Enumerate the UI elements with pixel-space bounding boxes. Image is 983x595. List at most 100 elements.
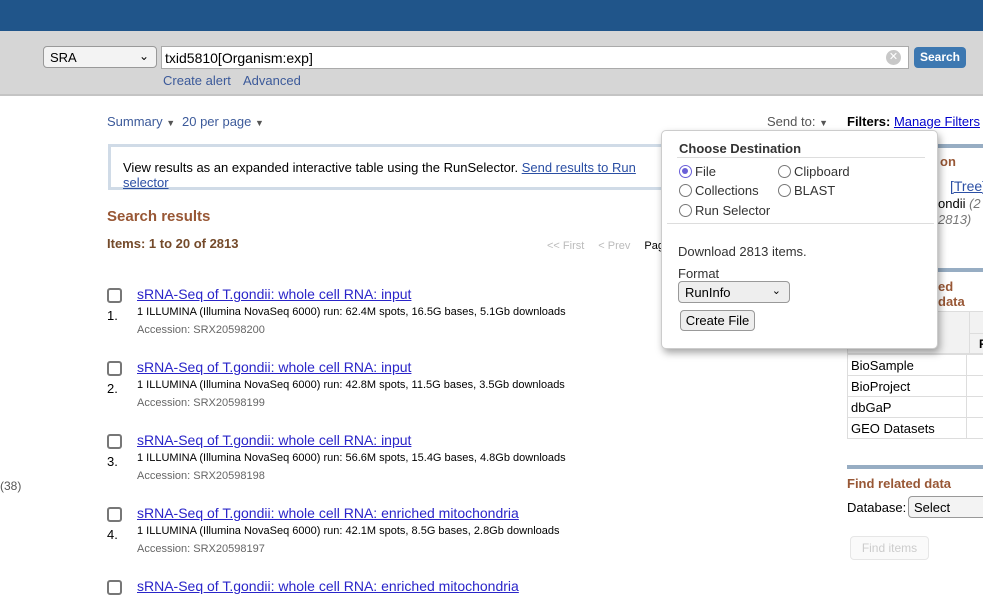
result-title-link[interactable]: sRNA-Seq of T.gondii: whole cell RNA: in…: [137, 359, 411, 375]
radio-label: BLAST: [794, 183, 835, 198]
chevron-down-icon: ⌄: [139, 49, 149, 63]
radio-icon: [679, 204, 692, 217]
related-data-heading: ed data: [938, 279, 983, 309]
result-description: 1 ILLUMINA (Illumina NovaSeq 6000) run: …: [137, 306, 566, 318]
items-count: Items: 1 to 20 of 2813: [107, 236, 239, 251]
create-alert-link[interactable]: Create alert: [163, 73, 231, 88]
radio-label: File: [695, 164, 716, 179]
radio-icon: [778, 165, 791, 178]
radio-collections[interactable]: Collections: [679, 183, 759, 198]
run-selector-text: View results as an expanded interactive …: [123, 160, 518, 175]
related-table: BioSampleBioProjectdbGaPGEO Datasets: [847, 354, 983, 439]
radio-icon: [679, 184, 692, 197]
result-accession: Accession: SRX20598197: [137, 543, 265, 555]
per-page-dropdown[interactable]: 20 per page ▼: [182, 114, 264, 129]
caret-down-icon: ▼: [255, 118, 264, 128]
radio-file[interactable]: File: [679, 164, 716, 179]
send-to-label: Send to:: [767, 114, 815, 129]
advanced-link[interactable]: Advanced: [243, 73, 301, 88]
radio-run-selector[interactable]: Run Selector: [679, 203, 770, 218]
caret-down-icon: ▼: [819, 118, 828, 128]
radio-blast[interactable]: BLAST: [778, 183, 835, 198]
result-title-link[interactable]: sRNA-Seq of T.gondii: whole cell RNA: en…: [137, 578, 519, 594]
first-page-link[interactable]: << First: [547, 240, 584, 252]
run-selector-banner: View results as an expanded interactive …: [108, 144, 668, 190]
find-items-button[interactable]: Find items: [850, 536, 929, 560]
manage-filters-link[interactable]: Manage Filters: [894, 114, 980, 129]
divider: [847, 465, 983, 469]
organism-count: (2: [969, 196, 981, 211]
related-row[interactable]: BioProject: [848, 376, 983, 397]
related-cell: [967, 376, 983, 397]
database-label: Database:: [847, 500, 906, 515]
database-select[interactable]: SRA ⌄: [43, 46, 157, 68]
site-header: [0, 0, 983, 31]
send-to-popup: Choose Destination File Clipboard Collec…: [661, 130, 938, 349]
result-description: 1 ILLUMINA (Illumina NovaSeq 6000) run: …: [137, 379, 565, 391]
search-input[interactable]: txid5810[Organism:exp]: [161, 46, 909, 69]
radio-label: Clipboard: [794, 164, 850, 179]
result-accession: Accession: SRX20598199: [137, 397, 265, 409]
divider: [667, 223, 934, 224]
result-title-link[interactable]: sRNA-Seq of T.gondii: whole cell RNA: in…: [137, 432, 411, 448]
popup-title: Choose Destination: [679, 141, 801, 156]
summary-dropdown[interactable]: Summary ▼: [107, 114, 175, 129]
database-value: SRA: [50, 50, 77, 65]
search-results-heading: Search results: [107, 208, 210, 225]
result-accession: Accession: SRX20598200: [137, 324, 265, 336]
filters-label: Filters:: [847, 114, 890, 129]
search-button[interactable]: Search: [914, 47, 966, 68]
format-value: RunInfo: [685, 285, 731, 300]
result-description: 1 ILLUMINA (Illumina NovaSeq 6000) run: …: [137, 525, 560, 537]
result-checkbox[interactable]: [107, 288, 122, 303]
radio-icon: [778, 184, 791, 197]
related-cell: [967, 397, 983, 418]
related-db-name[interactable]: GEO Datasets: [848, 418, 967, 439]
right-heading-fragment: on: [940, 154, 956, 169]
send-to-dropdown[interactable]: Send to: ▼: [767, 114, 828, 129]
create-file-button[interactable]: Create File: [680, 310, 755, 331]
download-text: Download 2813 items.: [678, 244, 807, 259]
related-db-name[interactable]: dbGaP: [848, 397, 967, 418]
result-accession: Accession: SRX20598198: [137, 470, 265, 482]
count-fragment: 2813): [938, 212, 971, 227]
find-related-heading: Find related data: [847, 476, 951, 491]
radio-label: Collections: [695, 183, 759, 198]
summary-label: Summary: [107, 114, 163, 129]
prev-page-link[interactable]: < Prev: [598, 240, 630, 252]
related-row[interactable]: dbGaP: [848, 397, 983, 418]
format-label: Format: [678, 266, 719, 281]
result-checkbox[interactable]: [107, 361, 122, 376]
facet-count[interactable]: (38): [0, 479, 21, 493]
result-description: 1 ILLUMINA (Illumina NovaSeq 6000) run: …: [137, 452, 566, 464]
result-checkbox[interactable]: [107, 434, 122, 449]
organism-fragment[interactable]: ondii (2: [938, 196, 981, 211]
related-cell: [967, 418, 983, 439]
related-database-select[interactable]: Select: [908, 496, 983, 518]
clear-icon[interactable]: ✕: [886, 50, 901, 65]
format-select[interactable]: RunInfo ⌄: [678, 281, 790, 303]
related-db-name[interactable]: BioProject: [848, 376, 967, 397]
organism-name: ondii: [938, 196, 965, 211]
divider: [677, 157, 925, 158]
result-number: 3.: [107, 454, 118, 469]
related-db-name[interactable]: BioSample: [848, 355, 967, 376]
related-row[interactable]: BioSample: [848, 355, 983, 376]
result-number: 4.: [107, 527, 118, 542]
result-title-link[interactable]: sRNA-Seq of T.gondii: whole cell RNA: in…: [137, 286, 411, 302]
related-row[interactable]: GEO Datasets: [848, 418, 983, 439]
result-checkbox[interactable]: [107, 507, 122, 522]
radio-clipboard[interactable]: Clipboard: [778, 164, 850, 179]
radio-icon: [679, 165, 692, 178]
chevron-down-icon: ⌄: [772, 284, 781, 297]
caret-down-icon: ▼: [166, 118, 175, 128]
result-number: 1.: [107, 308, 118, 323]
tree-link[interactable]: [Tree]: [950, 178, 983, 194]
per-page-label: 20 per page: [182, 114, 251, 129]
radio-label: Run Selector: [695, 203, 770, 218]
header-fragment: R: [979, 337, 983, 351]
related-cell: [967, 355, 983, 376]
filters: Filters: Manage Filters: [847, 114, 980, 129]
result-title-link[interactable]: sRNA-Seq of T.gondii: whole cell RNA: en…: [137, 505, 519, 521]
result-number: 2.: [107, 381, 118, 396]
